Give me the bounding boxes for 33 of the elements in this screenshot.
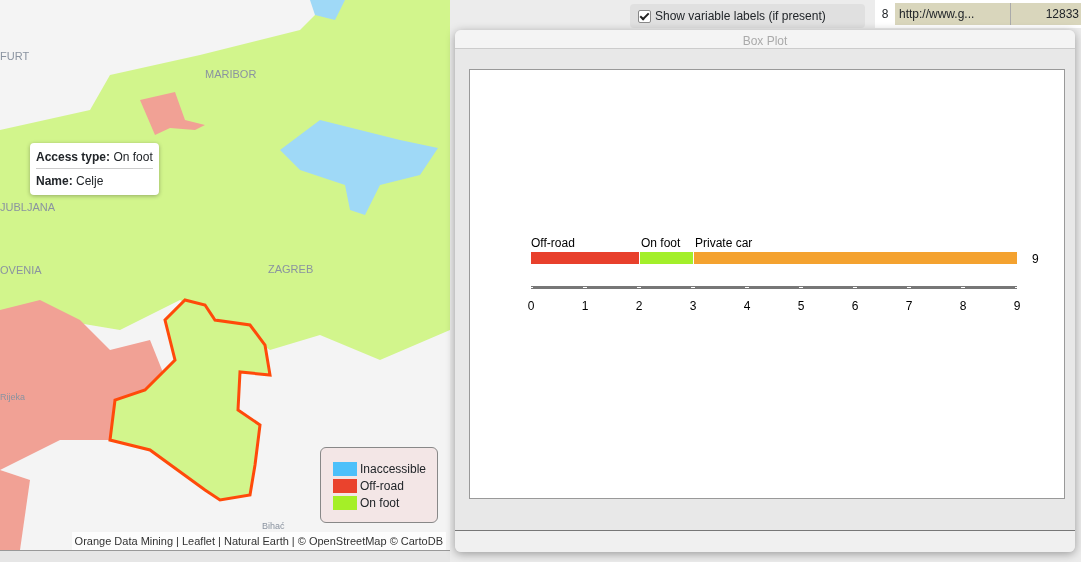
tick-label: 9 xyxy=(1013,299,1021,313)
place-label: Rijeka xyxy=(0,392,25,402)
bar-label: Off-road xyxy=(531,236,575,250)
tick-label: 3 xyxy=(689,299,697,313)
tick-label: 6 xyxy=(851,299,859,313)
row-number: 8 xyxy=(880,6,890,23)
place-label: OVENIA xyxy=(0,264,42,276)
map-attribution: Orange Data Mining | Leaflet | Natural Earth | © OpenStreetMap © CartoDB xyxy=(71,531,446,550)
place-label: ZAGREB xyxy=(268,263,314,275)
tick-label: 0 xyxy=(527,299,535,313)
window-title: Box Plot xyxy=(455,30,1075,49)
tick-label: 2 xyxy=(635,299,643,313)
checkbox[interactable] xyxy=(638,9,651,23)
place-label: JUBLJANA xyxy=(0,201,56,213)
tooltip-text: Access type: On foot xyxy=(36,150,153,164)
place-label: Bihać xyxy=(262,521,285,531)
tick-label: 4 xyxy=(743,299,751,313)
total-label: 9 xyxy=(1032,252,1039,266)
tick-label: 7 xyxy=(905,299,913,313)
tooltip-text: Name: Celje xyxy=(36,174,104,188)
legend-label: On foot xyxy=(360,494,400,512)
tick-label: 1 xyxy=(581,299,589,313)
table-cell: http://www.g... xyxy=(895,3,1011,25)
bar-label: On foot xyxy=(641,236,681,250)
tick-label: 8 xyxy=(959,299,967,313)
bar-label: Private car xyxy=(695,236,753,250)
checkbox-label: Show variable labels (if present) xyxy=(655,8,826,25)
place-label: MARIBOR xyxy=(205,68,257,80)
place-label: FURT xyxy=(0,50,30,62)
legend-label: Off-road xyxy=(360,477,404,495)
tick-label: 5 xyxy=(797,299,805,313)
table-cell: 12833 xyxy=(1011,3,1081,25)
legend-label: Inaccessible xyxy=(360,460,427,478)
